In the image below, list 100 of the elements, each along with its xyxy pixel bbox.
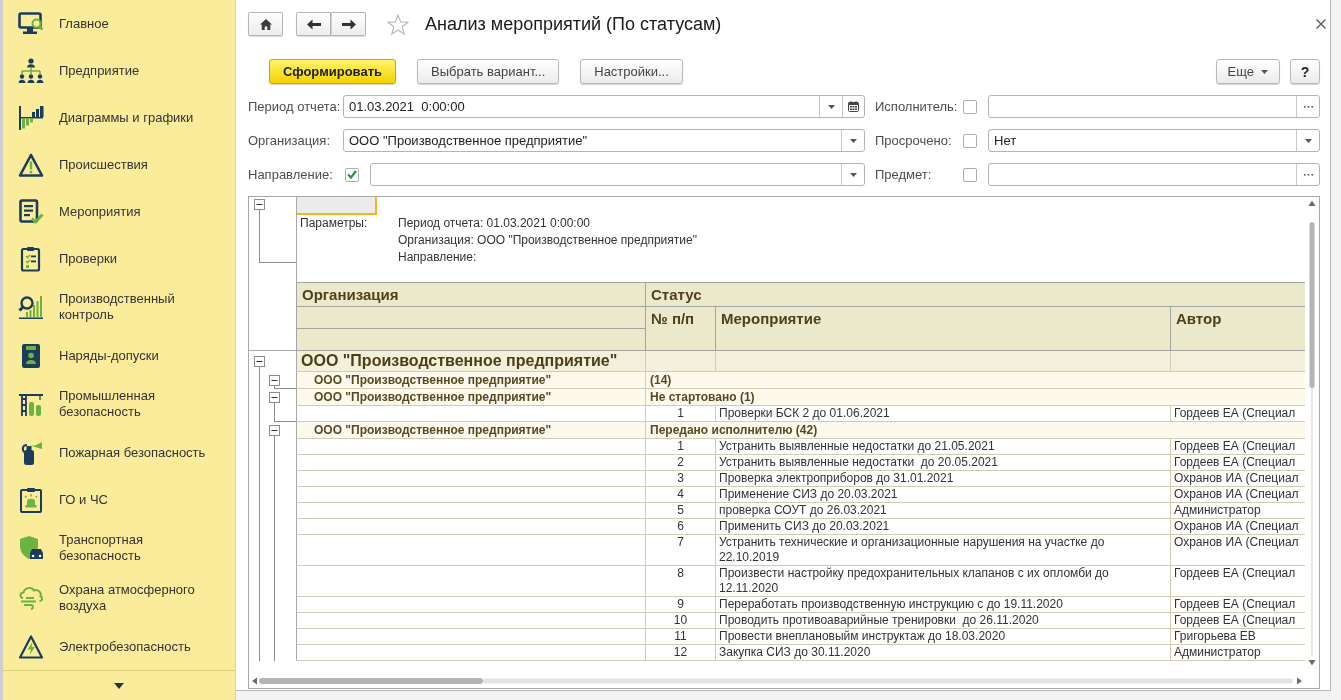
help-button[interactable]: ?	[1290, 59, 1320, 84]
checkbox[interactable]	[963, 99, 977, 114]
caret-icon	[1261, 69, 1268, 74]
author-cell: Администратор	[1171, 645, 1305, 661]
sidebar-item[interactable]: Главное	[3, 0, 235, 47]
select-field[interactable]: Нет	[988, 129, 1320, 152]
toolbar-button[interactable]: Выбрать вариант...	[417, 59, 560, 84]
field-label: Предмет:	[875, 167, 933, 182]
lookup-field[interactable]	[988, 163, 1320, 186]
parameter-text: Период отчета: 01.03.2021 0:00:00	[398, 215, 590, 232]
caret-down-icon[interactable]	[114, 682, 124, 689]
author-cell: Охранов ИА (Специал	[1171, 471, 1305, 487]
sidebar-item[interactable]: Происшествия	[3, 141, 235, 188]
column-header: Организация	[297, 283, 646, 307]
warning-icon	[18, 151, 44, 178]
caret-icon	[849, 138, 857, 143]
sidebar-item[interactable]: Наряды-допуски	[3, 332, 235, 379]
sidebar-item[interactable]: Проверки	[3, 235, 235, 282]
field-label: Период отчета:	[248, 99, 342, 114]
lookup-field[interactable]	[988, 95, 1320, 118]
activity-cell: Закупка СИЗ до 30.11.2020	[716, 645, 1171, 661]
group-cell: ООО "Производственное предприятие"	[296, 351, 646, 372]
checkmark-icon	[347, 170, 357, 179]
collapse-icon[interactable]	[269, 375, 280, 386]
activity-cell: Произвести настройку предохранительных клапанов с их опломби до 12.11.2020	[716, 566, 1171, 597]
more-button[interactable]: Еще	[1215, 59, 1280, 84]
activity-cell: проверка СОУТ до 26.03.2021	[716, 503, 1171, 519]
ellipsis-icon	[1303, 173, 1313, 176]
number-cell: 3	[646, 471, 716, 487]
home-button[interactable]	[248, 12, 283, 36]
clipboard-beacon-icon	[18, 486, 44, 513]
caret-icon	[827, 104, 835, 109]
field-label: Просрочено:	[875, 133, 953, 148]
subgroup-cell: ООО "Производственное предприятие"	[296, 372, 646, 389]
field-label: Организация:	[248, 133, 332, 148]
parameters-label: Параметры:	[300, 215, 369, 232]
author-cell: Гордеев ЕА (Специал	[1171, 455, 1305, 471]
author-cell: Охранов ИА (Специал	[1171, 487, 1305, 503]
sidebar-item[interactable]: ГО и ЧС	[3, 476, 235, 523]
calendar-icon	[848, 101, 859, 112]
crane-cylinders-icon	[18, 391, 44, 417]
field-label: Исполнитель:	[875, 99, 959, 114]
author-cell: Администратор	[1171, 503, 1305, 519]
sidebar-item[interactable]: Охрана атмосферного воздуха	[3, 573, 235, 623]
status-cell: Не стартовано (1)	[646, 389, 1305, 406]
caret-icon	[1304, 138, 1312, 143]
generate-button[interactable]: Сформировать	[269, 59, 397, 84]
close-icon[interactable]	[1316, 19, 1326, 29]
number-cell: 12	[646, 645, 716, 661]
window-title: Анализ мероприятий (По статусам)	[425, 13, 722, 35]
author-cell: Гордеев ЕА (Специал	[1171, 566, 1305, 597]
author-cell: Охранов ИА (Специал	[1171, 535, 1305, 566]
number-cell: 5	[646, 503, 716, 519]
sidebar-item[interactable]: Мероприятия	[3, 188, 235, 235]
collapse-icon[interactable]	[254, 199, 265, 210]
author-cell: Гордеев ЕА (Специал	[1171, 439, 1305, 455]
column-header: Статус	[646, 283, 1305, 307]
lightning-triangle-icon	[18, 633, 44, 660]
sidebar-item[interactable]: Промышленная безопасность	[3, 379, 235, 429]
activity-cell: Применить СИЗ до 20.03.2021	[716, 519, 1171, 535]
collapse-icon[interactable]	[269, 425, 280, 436]
number-cell: 2	[646, 455, 716, 471]
activity-cell: Проверка электроприборов до 31.01.2021	[716, 471, 1171, 487]
shield-car-icon	[18, 535, 44, 561]
number-cell: 1	[646, 439, 716, 455]
number-cell: 9	[646, 597, 716, 613]
collapse-icon[interactable]	[254, 356, 265, 367]
toolbar-button[interactable]: Настройки...	[580, 59, 683, 84]
sidebar-item[interactable]: Транспортная безопасность	[3, 523, 235, 573]
back-button[interactable]	[296, 12, 331, 36]
number-cell: 10	[646, 613, 716, 629]
checkbox[interactable]	[963, 133, 977, 148]
activity-cell: Проводить противоаварийные тренировки до 26.11.2020	[716, 613, 1171, 629]
select-field[interactable]	[370, 163, 865, 186]
subgroup-cell: ООО "Производственное предприятие"	[296, 389, 646, 406]
caret-icon	[849, 172, 857, 177]
activity-cell: Устранить технические и организационные нарушения на участке до 22.10.2019	[716, 535, 1171, 566]
bar-chart-icon	[18, 104, 44, 131]
star-icon[interactable]	[387, 13, 409, 35]
number-cell: 6	[646, 519, 716, 535]
forward-button[interactable]	[331, 12, 366, 36]
sidebar-item[interactable]: Пожарная безопасность	[3, 429, 235, 476]
sidebar-item[interactable]: Диаграммы и графики	[3, 94, 235, 141]
home-icon	[259, 18, 272, 30]
activity-cell: Устранить выявленные недостатки до 21.05.2021	[716, 439, 1171, 455]
sidebar-item[interactable]: Предприятие	[3, 47, 235, 94]
sidebar-item[interactable]: Электробезопасность	[3, 623, 235, 670]
parameter-text: Направление:	[398, 249, 477, 266]
activity-cell: Провести внеплановыйм инструктаж до 18.03.2020	[716, 629, 1171, 645]
date-field[interactable]: 01.03.2021 0:00:00	[343, 95, 865, 118]
cloud-wind-icon	[18, 585, 44, 611]
checkbox[interactable]	[345, 167, 359, 182]
collapse-icon[interactable]	[269, 392, 280, 403]
activity-cell: Применение СИЗ до 20.03.2021	[716, 487, 1171, 503]
select-field[interactable]: ООО "Производственное предприятие"	[343, 129, 865, 152]
author-cell: Гордеев ЕА (Специал	[1171, 597, 1305, 613]
sidebar-item[interactable]: Производственный контроль	[3, 282, 235, 332]
checkbox[interactable]	[963, 167, 977, 182]
activity-cell: Устранить выявленные недостатки до 20.05.2021	[716, 455, 1171, 471]
arrow-right-icon	[341, 18, 356, 30]
